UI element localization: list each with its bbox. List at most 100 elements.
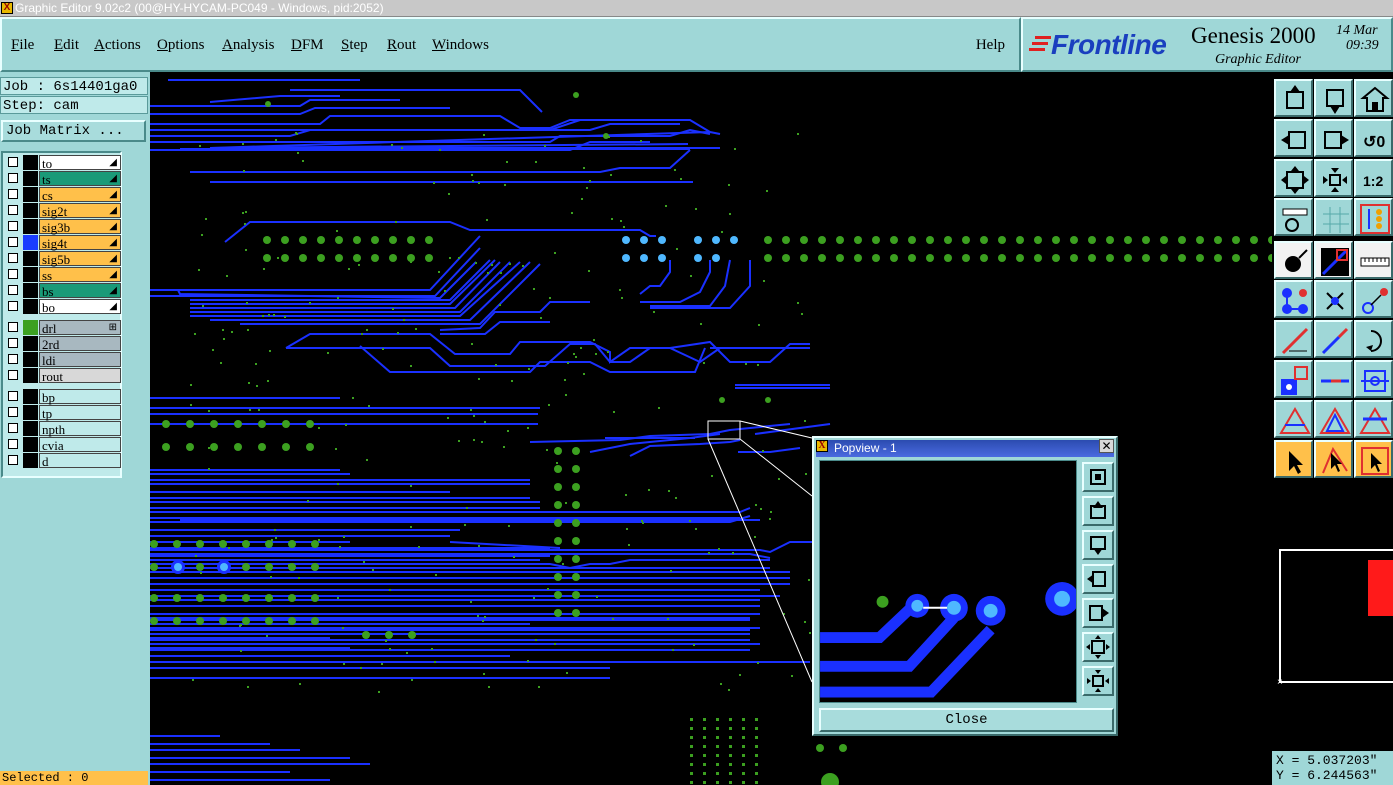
layer-name[interactable]: tp: [39, 405, 121, 421]
layer-name[interactable]: npth: [39, 421, 121, 437]
popview-pan-up-button[interactable]: [1082, 496, 1114, 526]
move-node-button[interactable]: [1354, 280, 1393, 318]
layer-row-drl[interactable]: drl ⊞: [5, 320, 122, 336]
layer-row-cvia[interactable]: cvia: [5, 437, 122, 453]
layer-row-to[interactable]: to ◢: [5, 155, 122, 171]
select-layer-button[interactable]: [1314, 241, 1353, 279]
trim-line-button[interactable]: [1314, 360, 1353, 398]
popview-zoom-in-button[interactable]: [1082, 632, 1114, 662]
overview-minimap[interactable]: ×: [1272, 546, 1393, 686]
layer-name[interactable]: sig4t ◢: [39, 235, 121, 251]
popview-title[interactable]: Popview - 1: [816, 440, 1114, 457]
layer-checkbox[interactable]: [8, 455, 18, 465]
add-line-button[interactable]: [1274, 320, 1313, 358]
layer-checkbox[interactable]: [8, 338, 18, 348]
undo-zoom-button[interactable]: ↺0: [1354, 119, 1393, 157]
layer-swatch[interactable]: [23, 267, 38, 282]
layer-checkbox[interactable]: [8, 322, 18, 332]
layer-swatch[interactable]: [23, 389, 38, 404]
arc-button[interactable]: [1354, 320, 1393, 358]
layer-name[interactable]: sig3b ◢: [39, 219, 121, 235]
layer-swatch[interactable]: [23, 352, 38, 367]
layer-swatch[interactable]: [23, 203, 38, 218]
layer-row-d[interactable]: d: [5, 453, 122, 469]
layer-swatch[interactable]: [23, 171, 38, 186]
layer-swatch[interactable]: [23, 235, 38, 250]
pan-left-button[interactable]: [1274, 119, 1313, 157]
pan-top-button[interactable]: [1274, 79, 1313, 117]
layer-checkbox[interactable]: [8, 237, 18, 247]
popview-zoom-fit-button[interactable]: [1082, 462, 1114, 492]
layer-row-tp[interactable]: tp: [5, 405, 122, 421]
layer-swatch[interactable]: [23, 283, 38, 298]
menu-dfm[interactable]: DFM: [291, 37, 324, 54]
polygon-tool-button[interactable]: [1314, 400, 1353, 438]
layer-name[interactable]: bo ◢: [39, 299, 121, 315]
menu-help[interactable]: Help: [976, 37, 1005, 54]
layer-checkbox[interactable]: [8, 423, 18, 433]
zoom-ratio-button[interactable]: 1:2: [1354, 159, 1393, 197]
layer-name[interactable]: rout: [39, 368, 121, 384]
layer-checkbox[interactable]: [8, 205, 18, 215]
layer-swatch[interactable]: [23, 336, 38, 351]
layer-row-ts[interactable]: ts ◢: [5, 171, 122, 187]
layer-row-npth[interactable]: npth: [5, 421, 122, 437]
layer-checkbox[interactable]: [8, 189, 18, 199]
layer-checkbox[interactable]: [8, 439, 18, 449]
layer-checkbox[interactable]: [8, 221, 18, 231]
layer-row-sig5b[interactable]: sig5b ◢: [5, 251, 122, 267]
pan-right-button[interactable]: [1314, 119, 1353, 157]
connect-nodes-button[interactable]: [1274, 280, 1313, 318]
layer-checkbox[interactable]: [8, 157, 18, 167]
job-matrix-button[interactable]: Job Matrix ...: [1, 120, 146, 142]
layer-row-rout[interactable]: rout: [5, 368, 122, 384]
pointer-area-button[interactable]: [1354, 440, 1393, 478]
layer-checkbox[interactable]: [8, 354, 18, 364]
popview-pan-down-button[interactable]: [1082, 530, 1114, 560]
layer-name[interactable]: drl ⊞: [39, 320, 121, 336]
layer-row-bo[interactable]: bo ◢: [5, 299, 122, 315]
layer-swatch[interactable]: [23, 251, 38, 266]
popview-pan-left-button[interactable]: [1082, 564, 1114, 594]
window-title-bar[interactable]: X Graphic Editor 9.02c2 (00@HY-HYCAM-PC0…: [0, 0, 1393, 17]
popview-close-icon[interactable]: ✕: [1099, 439, 1114, 453]
ruler-button[interactable]: [1354, 241, 1393, 279]
menu-actions[interactable]: Actions: [94, 37, 141, 54]
layer-swatch[interactable]: [23, 155, 38, 170]
pointer-edit-button[interactable]: [1314, 440, 1353, 478]
layer-name[interactable]: bs ◢: [39, 283, 121, 299]
menu-rout[interactable]: Rout: [387, 37, 416, 54]
snap-button[interactable]: [1354, 198, 1393, 236]
menu-file[interactable]: File: [11, 37, 34, 54]
layer-swatch[interactable]: [23, 405, 38, 420]
copy-feature-button[interactable]: [1274, 360, 1313, 398]
layer-row-sig2t[interactable]: sig2t ◢: [5, 203, 122, 219]
delete-node-button[interactable]: [1314, 280, 1353, 318]
layer-row-sig3b[interactable]: sig3b ◢: [5, 219, 122, 235]
zoom-in-button[interactable]: [1314, 159, 1353, 197]
home-button[interactable]: [1354, 79, 1393, 117]
layer-name[interactable]: sig5b ◢: [39, 251, 121, 267]
menu-step[interactable]: Step: [341, 37, 368, 54]
pan-bottom-button[interactable]: [1314, 79, 1353, 117]
menu-windows[interactable]: Windows: [432, 37, 489, 54]
layer-row-ss[interactable]: ss ◢: [5, 267, 122, 283]
layer-name[interactable]: ts ◢: [39, 171, 121, 187]
layer-checkbox[interactable]: [8, 285, 18, 295]
layer-swatch[interactable]: [23, 299, 38, 314]
layer-checkbox[interactable]: [8, 253, 18, 263]
layer-swatch[interactable]: [23, 453, 38, 468]
layer-row-cs[interactable]: cs ◢: [5, 187, 122, 203]
layer-name[interactable]: cs ◢: [39, 187, 121, 203]
popview-canvas[interactable]: [819, 460, 1077, 703]
layer-name[interactable]: ss ◢: [39, 267, 121, 283]
popview-close-button[interactable]: Close: [819, 708, 1114, 732]
layer-name[interactable]: to ◢: [39, 155, 121, 171]
layer-name[interactable]: sig2t ◢: [39, 203, 121, 219]
layer-swatch[interactable]: [23, 421, 38, 436]
layer-swatch[interactable]: [23, 368, 38, 383]
pointer-button[interactable]: [1274, 440, 1313, 478]
pad-snap-button[interactable]: [1354, 360, 1393, 398]
layer-checkbox[interactable]: [8, 407, 18, 417]
popview-zoom-out-button[interactable]: [1082, 666, 1114, 696]
